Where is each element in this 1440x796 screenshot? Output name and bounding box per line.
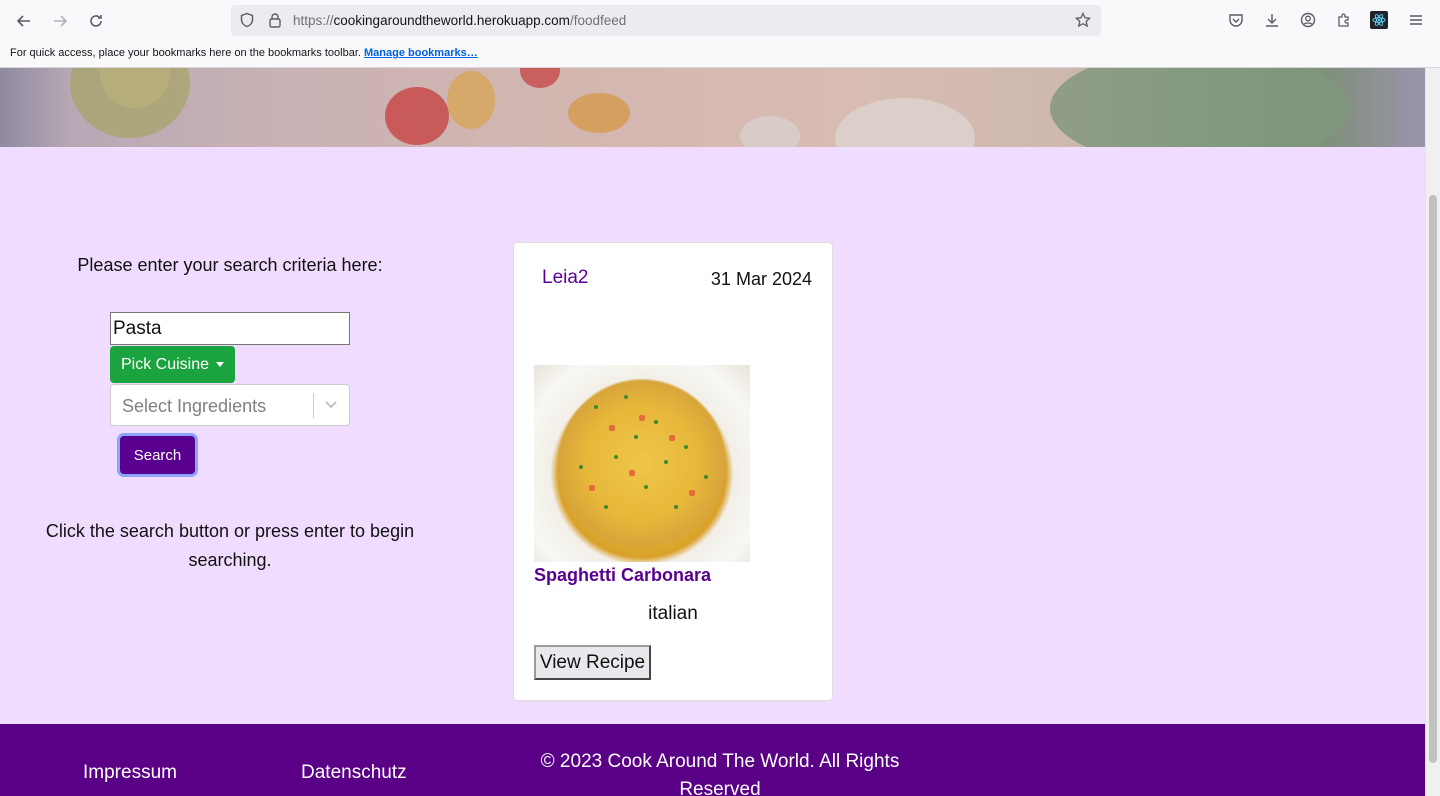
url-path: /foodfeed (569, 13, 627, 28)
shield-icon[interactable] (239, 12, 255, 28)
bookmarks-toolbar: For quick access, place your bookmarks h… (0, 41, 1440, 68)
ingredients-placeholder: Select Ingredients (122, 396, 267, 416)
forward-arrow-icon[interactable] (47, 8, 73, 34)
recipe-author[interactable]: Leia2 (542, 267, 589, 289)
bookmark-star-icon[interactable] (1075, 12, 1091, 28)
url-text[interactable]: https://cookingaroundtheworld.herokuapp.… (293, 13, 626, 28)
caret-down-icon (216, 362, 225, 367)
impressum-link[interactable]: Impressum (83, 762, 177, 784)
lock-icon[interactable] (267, 12, 283, 28)
url-host: cookingaroundtheworld.herokuapp.com (333, 13, 570, 28)
view-recipe-button[interactable]: View Recipe (534, 645, 651, 680)
recipe-cuisine: italian (648, 603, 698, 624)
pocket-icon[interactable] (1226, 10, 1246, 30)
ingredients-select[interactable]: Select Ingredients (110, 384, 350, 426)
copyright-text: © 2023 Cook Around The World. All Rights… (540, 751, 900, 796)
url-prefix: https:// (293, 13, 334, 28)
url-bar[interactable]: https://cookingaroundtheworld.herokuapp.… (231, 5, 1101, 36)
datenschutz-link[interactable]: Datenschutz (301, 762, 407, 784)
menu-icon[interactable] (1406, 10, 1426, 30)
account-icon[interactable] (1298, 10, 1318, 30)
pick-cuisine-label: Pick Cuisine (120, 355, 210, 373)
recipe-date: 31 Mar 2024 (710, 269, 812, 289)
back-arrow-icon[interactable] (11, 8, 37, 34)
recipe-card: Leia2 31 Mar 2024 Spaghetti Carbonara it… (513, 242, 833, 701)
extensions-icon[interactable] (1334, 10, 1354, 30)
pick-cuisine-button[interactable]: Pick Cuisine (110, 346, 235, 383)
browser-toolbar: https://cookingaroundtheworld.herokuapp.… (0, 0, 1440, 41)
bookmarks-message-text: For quick access, place your bookmarks h… (10, 47, 361, 59)
search-prompt: Please enter your search criteria here: (77, 255, 383, 275)
manage-bookmarks-link[interactable]: Manage bookmarks… (364, 47, 478, 59)
recipe-image (534, 365, 750, 562)
recipe-title[interactable]: Spaghetti Carbonara (534, 565, 711, 586)
search-input[interactable] (110, 312, 350, 345)
bookmarks-message: For quick access, place your bookmarks h… (10, 47, 478, 59)
search-hint: Click the search button or press enter t… (45, 521, 415, 570)
download-icon[interactable] (1262, 10, 1282, 30)
select-separator (313, 393, 314, 418)
hero-food-image (0, 68, 1425, 147)
reload-icon[interactable] (83, 8, 109, 34)
scrollbar-thumb[interactable] (1429, 195, 1437, 763)
chevron-down-icon[interactable] (321, 395, 341, 415)
react-devtools-icon[interactable] (1370, 11, 1388, 29)
footer: Impressum Datenschutz © 2023 Cook Around… (0, 724, 1425, 796)
search-button[interactable]: Search (120, 436, 195, 474)
